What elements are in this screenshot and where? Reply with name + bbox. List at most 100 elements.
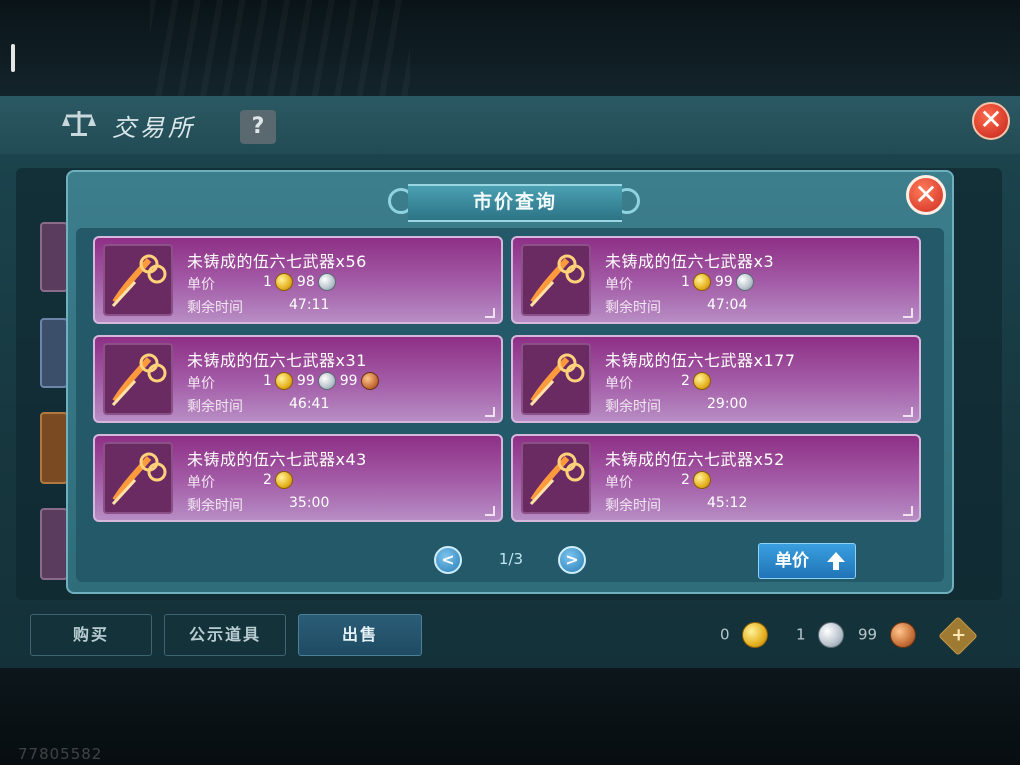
silver-value: 99 — [714, 274, 733, 290]
listing-price: 1 99 99 — [263, 372, 383, 390]
tab-buy[interactable]: 购买 — [30, 614, 152, 656]
gold-coin-icon — [692, 471, 711, 489]
listing-card[interactable]: 未铸成的伍六七武器x43 单价 2 剩余时间 35:00 — [93, 434, 503, 522]
corner-mark-icon — [903, 506, 913, 516]
sort-arrow-icon — [827, 552, 845, 570]
silver-coin-icon — [735, 273, 754, 291]
remaining-time-label: 剩余时间 — [605, 498, 661, 514]
gold-value: 1 — [263, 274, 272, 290]
listing-price: 2 — [681, 471, 715, 489]
sort-button-label: 单价 — [775, 551, 809, 571]
gold-value: 2 — [681, 373, 690, 389]
gold-coin-icon — [692, 372, 711, 390]
copper-coin-icon — [360, 372, 379, 390]
price-label: 单价 — [187, 475, 215, 491]
gold-value: 2 — [681, 472, 690, 488]
silver-coin-icon — [317, 273, 336, 291]
weapon-item-icon — [103, 343, 173, 415]
background-bottom — [0, 668, 1020, 765]
gold-coin-icon — [692, 273, 711, 291]
price-label: 单价 — [605, 475, 633, 491]
corner-mark-icon — [903, 407, 913, 417]
help-button[interactable]: ? — [240, 110, 276, 144]
silver-coin-icon — [818, 622, 845, 648]
remaining-time: 35:00 — [289, 495, 330, 511]
corner-mark-icon — [903, 308, 913, 318]
weapon-item-icon — [103, 442, 173, 514]
listing-name: 未铸成的伍六七武器x43 — [187, 450, 367, 469]
weapon-item-icon — [521, 442, 591, 514]
remaining-time-label: 剩余时间 — [187, 399, 243, 415]
exchange-close-button[interactable]: ✕ — [972, 102, 1010, 140]
side-item-slot[interactable] — [40, 508, 68, 580]
price-label: 单价 — [605, 376, 633, 392]
silver-amount: 1 — [796, 625, 806, 644]
listing-card[interactable]: 未铸成的伍六七武器x3 单价 1 99 剩余时间 47:04 — [511, 236, 921, 324]
exchange-title: 交易所 — [112, 114, 196, 142]
remaining-time-label: 剩余时间 — [187, 300, 243, 316]
gold-coin-icon — [274, 372, 293, 390]
corner-mark-icon — [485, 506, 495, 516]
listing-name: 未铸成的伍六七武器x52 — [605, 450, 785, 469]
remaining-time: 47:04 — [707, 297, 748, 313]
remaining-time-label: 剩余时间 — [605, 300, 661, 316]
next-page-button[interactable]: > — [558, 546, 586, 574]
weapon-item-icon — [521, 343, 591, 415]
copper-amount: 99 — [858, 625, 878, 644]
listing-card[interactable]: 未铸成的伍六七武器x177 单价 2 剩余时间 29:00 — [511, 335, 921, 423]
corner-mark-icon — [485, 308, 495, 318]
currency-silver: 1 — [796, 622, 845, 650]
tab-sell[interactable]: 出售 — [298, 614, 422, 656]
exchange-header: 交易所 ? ✕ — [0, 96, 1020, 154]
listing-name: 未铸成的伍六七武器x177 — [605, 351, 796, 370]
silver-value: 99 — [296, 373, 315, 389]
tab-showcase-items[interactable]: 公示道具 — [164, 614, 286, 656]
modal-close-button[interactable]: ✕ — [906, 175, 946, 215]
remaining-time: 45:12 — [707, 495, 748, 511]
listing-price: 1 99 — [681, 273, 758, 291]
gold-coin-icon — [742, 622, 769, 648]
copper-coin-icon — [889, 622, 916, 648]
listing-name: 未铸成的伍六七武器x56 — [187, 252, 367, 271]
status-bar-mark — [11, 44, 15, 72]
listing-card[interactable]: 未铸成的伍六七武器x56 单价 1 98 剩余时间 47:11 — [93, 236, 503, 324]
gold-value: 2 — [263, 472, 272, 488]
gold-value: 1 — [681, 274, 690, 290]
remaining-time-label: 剩余时间 — [605, 399, 661, 415]
weapon-item-icon — [103, 244, 173, 316]
side-item-slot[interactable] — [40, 318, 68, 388]
remaining-time: 47:11 — [289, 297, 330, 313]
currency-copper: 99 — [858, 622, 916, 650]
listing-card[interactable]: 未铸成的伍六七武器x31 单价 1 99 99 剩余时间 46:41 — [93, 335, 503, 423]
scale-icon — [62, 111, 96, 136]
remaining-time: 29:00 — [707, 396, 748, 412]
background-rails — [150, 0, 410, 96]
currency-gold: 0 — [720, 622, 769, 650]
side-item-slot[interactable] — [40, 222, 68, 292]
price-label: 单价 — [605, 277, 633, 293]
gold-coin-icon — [274, 273, 293, 291]
listing-name: 未铸成的伍六七武器x3 — [605, 252, 775, 271]
listing-card[interactable]: 未铸成的伍六七武器x52 单价 2 剩余时间 45:12 — [511, 434, 921, 522]
silver-value: 98 — [296, 274, 315, 290]
price-label: 单价 — [187, 376, 215, 392]
copper-value: 99 — [339, 373, 358, 389]
listing-price: 2 — [681, 372, 715, 390]
previous-page-button[interactable]: < — [434, 546, 462, 574]
corner-mark-icon — [485, 407, 495, 417]
gold-amount: 0 — [720, 625, 730, 644]
listing-price: 2 — [263, 471, 297, 489]
gold-value: 1 — [263, 373, 272, 389]
sort-by-unit-price-button[interactable]: 单价 — [758, 543, 856, 579]
weapon-item-icon — [521, 244, 591, 316]
player-id-watermark: 77805582 — [18, 745, 103, 763]
price-label: 单价 — [187, 277, 215, 293]
side-item-slot[interactable] — [40, 412, 68, 484]
remaining-time: 46:41 — [289, 396, 330, 412]
remaining-time-label: 剩余时间 — [187, 498, 243, 514]
modal-title: 市价查询 — [408, 184, 622, 222]
listing-price: 1 98 — [263, 273, 340, 291]
listing-name: 未铸成的伍六七武器x31 — [187, 351, 367, 370]
silver-coin-icon — [317, 372, 336, 390]
page-indicator: 1/3 — [498, 550, 524, 568]
